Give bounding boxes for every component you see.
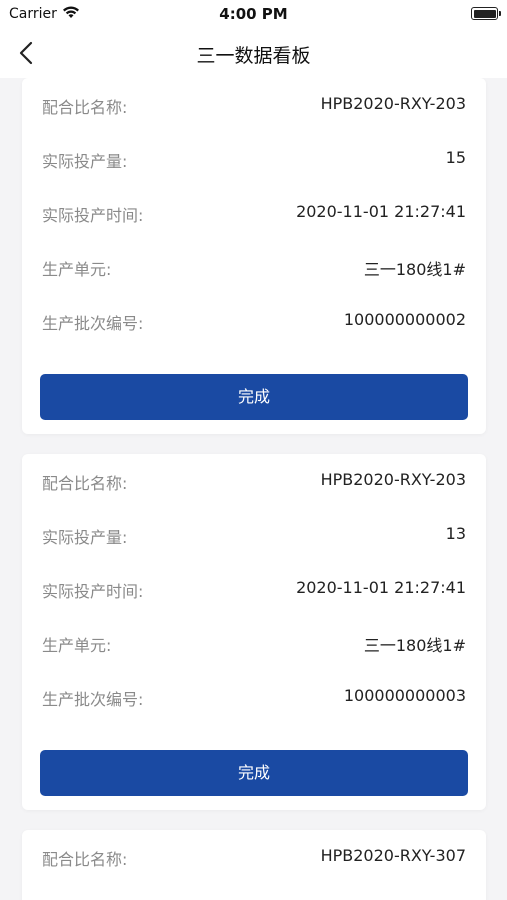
status-bar: Carrier 4:00 PM: [0, 0, 507, 28]
batch-no-label: 生产批次编号:: [42, 314, 144, 333]
batch-no-row: 生产批次编号: 100000000003: [42, 682, 466, 712]
actual-qty-row: 实际投产量: 15: [42, 144, 466, 174]
actual-time-label: 实际投产时间:: [42, 582, 144, 601]
mix-name-row: 配合比名称: HPB2020-RXY-307: [42, 842, 466, 872]
page-title: 三一数据看板: [196, 45, 311, 67]
mix-name-label: 配合比名称:: [42, 474, 128, 493]
actual-qty-row: 实际投产量: 13: [42, 520, 466, 550]
clock: 4:00 PM: [219, 5, 288, 23]
mix-name-value: HPB2020-RXY-203: [320, 470, 466, 489]
unit-value: 三一180线1#: [363, 636, 466, 655]
mix-name-value: HPB2020-RXY-307: [320, 846, 466, 865]
nav-bar: 三一数据看板: [0, 28, 507, 78]
actual-time-row: 实际投产时间: 2020-11-01 21:27:41: [42, 574, 466, 604]
unit-row: 生产单元: 三一180线1#: [42, 252, 466, 282]
record-card: 配合比名称: HPB2020-RXY-203 实际投产量: 13 实际投产时间:…: [22, 454, 486, 810]
batch-no-row: 生产批次编号: 100000000002: [42, 306, 466, 336]
mix-name-label: 配合比名称:: [42, 850, 128, 869]
complete-button[interactable]: 完成: [40, 750, 468, 796]
unit-value: 三一180线1#: [363, 260, 466, 279]
unit-label: 生产单元:: [42, 636, 112, 655]
record-card: 配合比名称: HPB2020-RXY-307: [22, 830, 486, 900]
actual-qty-label: 实际投产量:: [42, 152, 128, 171]
actual-time-value: 2020-11-01 21:27:41: [296, 202, 466, 221]
actual-qty-value: 15: [445, 148, 466, 167]
mix-name-row: 配合比名称: HPB2020-RXY-203: [42, 466, 466, 496]
record-card: 配合比名称: HPB2020-RXY-203 实际投产量: 15 实际投产时间:…: [22, 78, 486, 434]
mix-name-value: HPB2020-RXY-203: [320, 94, 466, 113]
batch-no-label: 生产批次编号:: [42, 690, 144, 709]
mix-name-row: 配合比名称: HPB2020-RXY-203: [42, 90, 466, 120]
actual-qty-value: 13: [445, 524, 466, 543]
record-list[interactable]: 配合比名称: HPB2020-RXY-203 实际投产量: 15 实际投产时间:…: [0, 78, 507, 900]
batch-no-value: 100000000003: [343, 686, 466, 705]
unit-label: 生产单元:: [42, 260, 112, 279]
actual-time-value: 2020-11-01 21:27:41: [296, 578, 466, 597]
unit-row: 生产单元: 三一180线1#: [42, 628, 466, 658]
batch-no-value: 100000000002: [343, 310, 466, 329]
mix-name-label: 配合比名称:: [42, 98, 128, 117]
complete-button[interactable]: 完成: [40, 374, 468, 420]
battery-icon: [471, 7, 501, 20]
actual-time-label: 实际投产时间:: [42, 206, 144, 225]
actual-time-row: 实际投产时间: 2020-11-01 21:27:41: [42, 198, 466, 228]
actual-qty-label: 实际投产量:: [42, 528, 128, 547]
